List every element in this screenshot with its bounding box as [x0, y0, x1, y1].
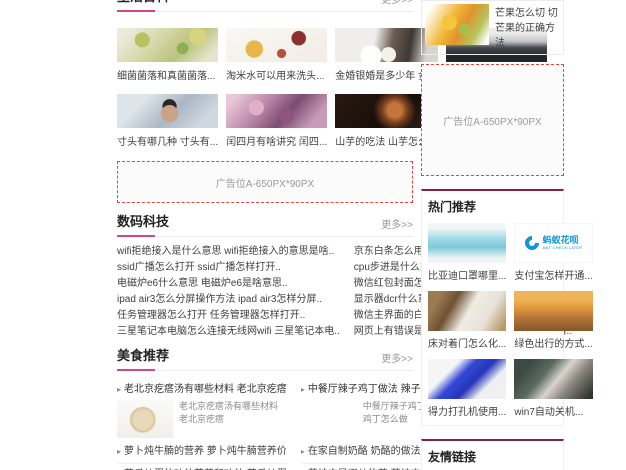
hot-card[interactable]: 比亚迪口罩哪里...: [428, 223, 507, 282]
hot-recommend-box: 热门推荐 比亚迪口罩哪里... 蚂蚁花呗 ANT CHECK LATER 支付宝…: [421, 189, 593, 426]
arrow-bullet-icon: ▸: [117, 447, 122, 456]
ant-logo-text: 蚂蚁花呗 ANT CHECK LATER: [542, 234, 583, 250]
section-life-header: 生活百科 更多>>: [117, 0, 413, 12]
section-digital: 数码科技 更多>> wifi拒绝接入是什么意思 wifi拒绝接入的意思是啥.. …: [117, 213, 572, 340]
ant-logo-icon: [521, 233, 542, 253]
hot-card-caption: 床对着门怎么化...: [428, 339, 507, 350]
hot-recommend-grid: 比亚迪口罩哪里... 蚂蚁花呗 ANT CHECK LATER 支付宝怎样开通.…: [428, 223, 593, 418]
rice-water-bowls-photo: [226, 28, 328, 62]
food-featured-row: ▸ 老北京疙瘩汤有哪些材料 老北京疙瘩 老北京疙瘩汤有哪些材料 老北京疙瘩 ▸ 中餐…: [117, 380, 471, 438]
life-card[interactable]: 细菌菌落和真菌菌落...: [117, 28, 219, 82]
hot-card-caption: 比亚迪口罩哪里...: [428, 271, 507, 282]
bedroom-photo: [428, 291, 507, 331]
hot-recommend-title: 热门推荐: [428, 200, 477, 214]
hot-card[interactable]: 得力打孔机使用...: [428, 359, 507, 418]
arrow-bullet-icon: ▸: [300, 385, 305, 394]
sidebar-top-card-text: 芒果怎么切 切芒果的正确方法: [495, 8, 558, 49]
life-card-caption: 细菌菌落和真菌菌落...: [117, 71, 216, 82]
hot-card[interactable]: 绿色出行的方式...: [514, 291, 593, 350]
section-life-title: 生活百科: [117, 0, 169, 5]
spicy-chicken-photo: [301, 400, 357, 438]
food-featured-body: 老北京疙瘩汤有哪些材料 老北京疙瘩: [117, 400, 287, 438]
life-card[interactable]: 淘米水可以用来洗头...: [226, 28, 328, 82]
hot-card[interactable]: 床对着门怎么化...: [428, 291, 507, 350]
digital-list-item[interactable]: 任务管理器怎么打开 任务管理器怎样打开..: [117, 308, 340, 324]
food-list-item[interactable]: ▸ 萝卜炖牛腩的营养 萝卜炖牛腩营养价: [117, 441, 287, 464]
food-featured-title: ▸ 老北京疙瘩汤有哪些材料 老北京疙瘩: [117, 384, 287, 395]
food-featured-desc: 老北京疙瘩汤有哪些材料 老北京疙瘩: [179, 401, 279, 424]
life-card[interactable]: 寸头有哪几种 寸头有...: [117, 94, 219, 148]
digital-list-item[interactable]: wifi拒绝接入是什么意思 wifi拒绝接入的意思是啥..: [117, 244, 340, 260]
digital-list-item[interactable]: ipad air3怎么分屏操作方法 ipad air3怎样分屏..: [117, 292, 340, 308]
sunset-field-photo: [514, 291, 593, 331]
sidebar-top-card[interactable]: 芒果怎么切 切芒果的正确方法: [421, 0, 564, 55]
food-featured-item[interactable]: ▸ 老北京疙瘩汤有哪些材料 老北京疙瘩 老北京疙瘩汤有哪些材料 老北京疙瘩: [117, 380, 287, 438]
ad-banner-sidebar[interactable]: 广告位A-650PX*90PX: [421, 64, 564, 176]
friend-links-title: 友情链接: [428, 450, 477, 464]
food-list: ▸萝卜炖牛腩的营养 萝卜炖牛腩营养价 ▸苦瓜炒蛋的功效营养和功效 苦瓜炒蛋 ▸炒…: [117, 441, 471, 470]
arrow-bullet-icon: ▸: [117, 385, 122, 394]
digital-list-item[interactable]: 三星笔记本电脑怎么连接无线网wifi 三星笔记本电..: [117, 324, 340, 340]
main-column: 生活百科 更多>> 细菌菌落和真菌菌落... 淘米水可以用来洗头... 金婚银婚…: [117, 0, 572, 470]
purple-flowers-photo: [226, 94, 328, 128]
digital-list-item[interactable]: 电磁炉e6什么意思 电磁炉e6是啥意思..: [117, 276, 340, 292]
life-card-caption: 寸头有哪几种 寸头有...: [117, 137, 219, 148]
section-food: 美食推荐 更多>> ▸ 老北京疙瘩汤有哪些材料 老北京疙瘩 老北京疙瘩汤有哪些材料…: [117, 347, 471, 470]
laptop-photo: [514, 359, 593, 399]
sidebar: 芒果怎么切 切芒果的正确方法 广告位A-650PX*90PX 热门推荐 比亚迪口…: [421, 0, 593, 470]
section-food-header: 美食推荐 更多>>: [117, 347, 413, 371]
ad-banner-main[interactable]: 广告位A-650PX*90PX: [117, 161, 413, 203]
arrow-bullet-icon: ▸: [300, 447, 305, 456]
ad-banner-main-label: 广告位A-650PX*90PX: [215, 178, 315, 190]
section-digital-title: 数码科技: [117, 214, 170, 229]
hot-card-caption: 支付宝怎样开通...: [514, 271, 593, 282]
bacteria-colony-photo: [117, 28, 219, 62]
mango-photo: [425, 4, 489, 45]
digital-list: wifi拒绝接入是什么意思 wifi拒绝接入的意思是啥.. ssid广播怎么打开…: [117, 244, 572, 340]
life-card[interactable]: 闰四月有啥讲究 闰四...: [226, 94, 328, 148]
section-food-title: 美食推荐: [117, 348, 170, 363]
hot-card-caption: 绿色出行的方式...: [514, 339, 593, 350]
hot-card[interactable]: win7自动关机...: [514, 359, 593, 418]
page: 生活百科 更多>> 细菌菌落和真菌菌落... 淘米水可以用来洗头... 金婚银婚…: [0, 0, 626, 470]
life-card-caption: 淘米水可以用来洗头...: [226, 71, 325, 82]
digital-list-item[interactable]: ssid广播怎么打开 ssid广播怎样打开..: [117, 260, 340, 276]
hot-card[interactable]: 蚂蚁花呗 ANT CHECK LATER 支付宝怎样开通...: [514, 223, 593, 282]
blue-mask-photo: [428, 223, 507, 263]
section-life-more-link[interactable]: 更多>>: [381, 0, 413, 6]
hot-card-caption: 得力打孔机使用...: [428, 407, 507, 418]
geda-soup-photo: [117, 400, 173, 438]
section-digital-header: 数码科技 更多>>: [117, 213, 413, 237]
hole-puncher-photo: [428, 359, 507, 399]
hot-card-caption: win7自动关机...: [514, 407, 584, 418]
buzzcut-man-photo: [117, 94, 219, 128]
section-life: 生活百科 更多>> 细菌菌落和真菌菌落... 淘米水可以用来洗头... 金婚银婚…: [117, 0, 548, 148]
life-card-grid: 细菌菌落和真菌菌落... 淘米水可以用来洗头... 金婚银婚是多少年 金... …: [117, 28, 548, 148]
section-digital-more-link[interactable]: 更多>>: [381, 216, 413, 231]
ad-banner-sidebar-label: 广告位A-650PX*90PX: [443, 116, 542, 128]
life-card-caption: 闰四月有啥讲究 闰四...: [226, 137, 328, 148]
food-list-column-left: ▸萝卜炖牛腩的营养 萝卜炖牛腩营养价 ▸苦瓜炒蛋的功效营养和功效 苦瓜炒蛋 ▸炒…: [117, 441, 287, 470]
digital-list-column-left: wifi拒绝接入是什么意思 wifi拒绝接入的意思是啥.. ssid广播怎么打开…: [117, 244, 340, 340]
ant-check-later-logo: 蚂蚁花呗 ANT CHECK LATER: [514, 223, 593, 263]
food-list-item[interactable]: ▸苦瓜炒蛋的功效营养和功效 苦瓜炒蛋: [117, 464, 287, 470]
section-food-more-link[interactable]: 更多>>: [381, 350, 413, 365]
friend-links-box: 友情链接 织梦模板 网站模板: [421, 439, 564, 470]
